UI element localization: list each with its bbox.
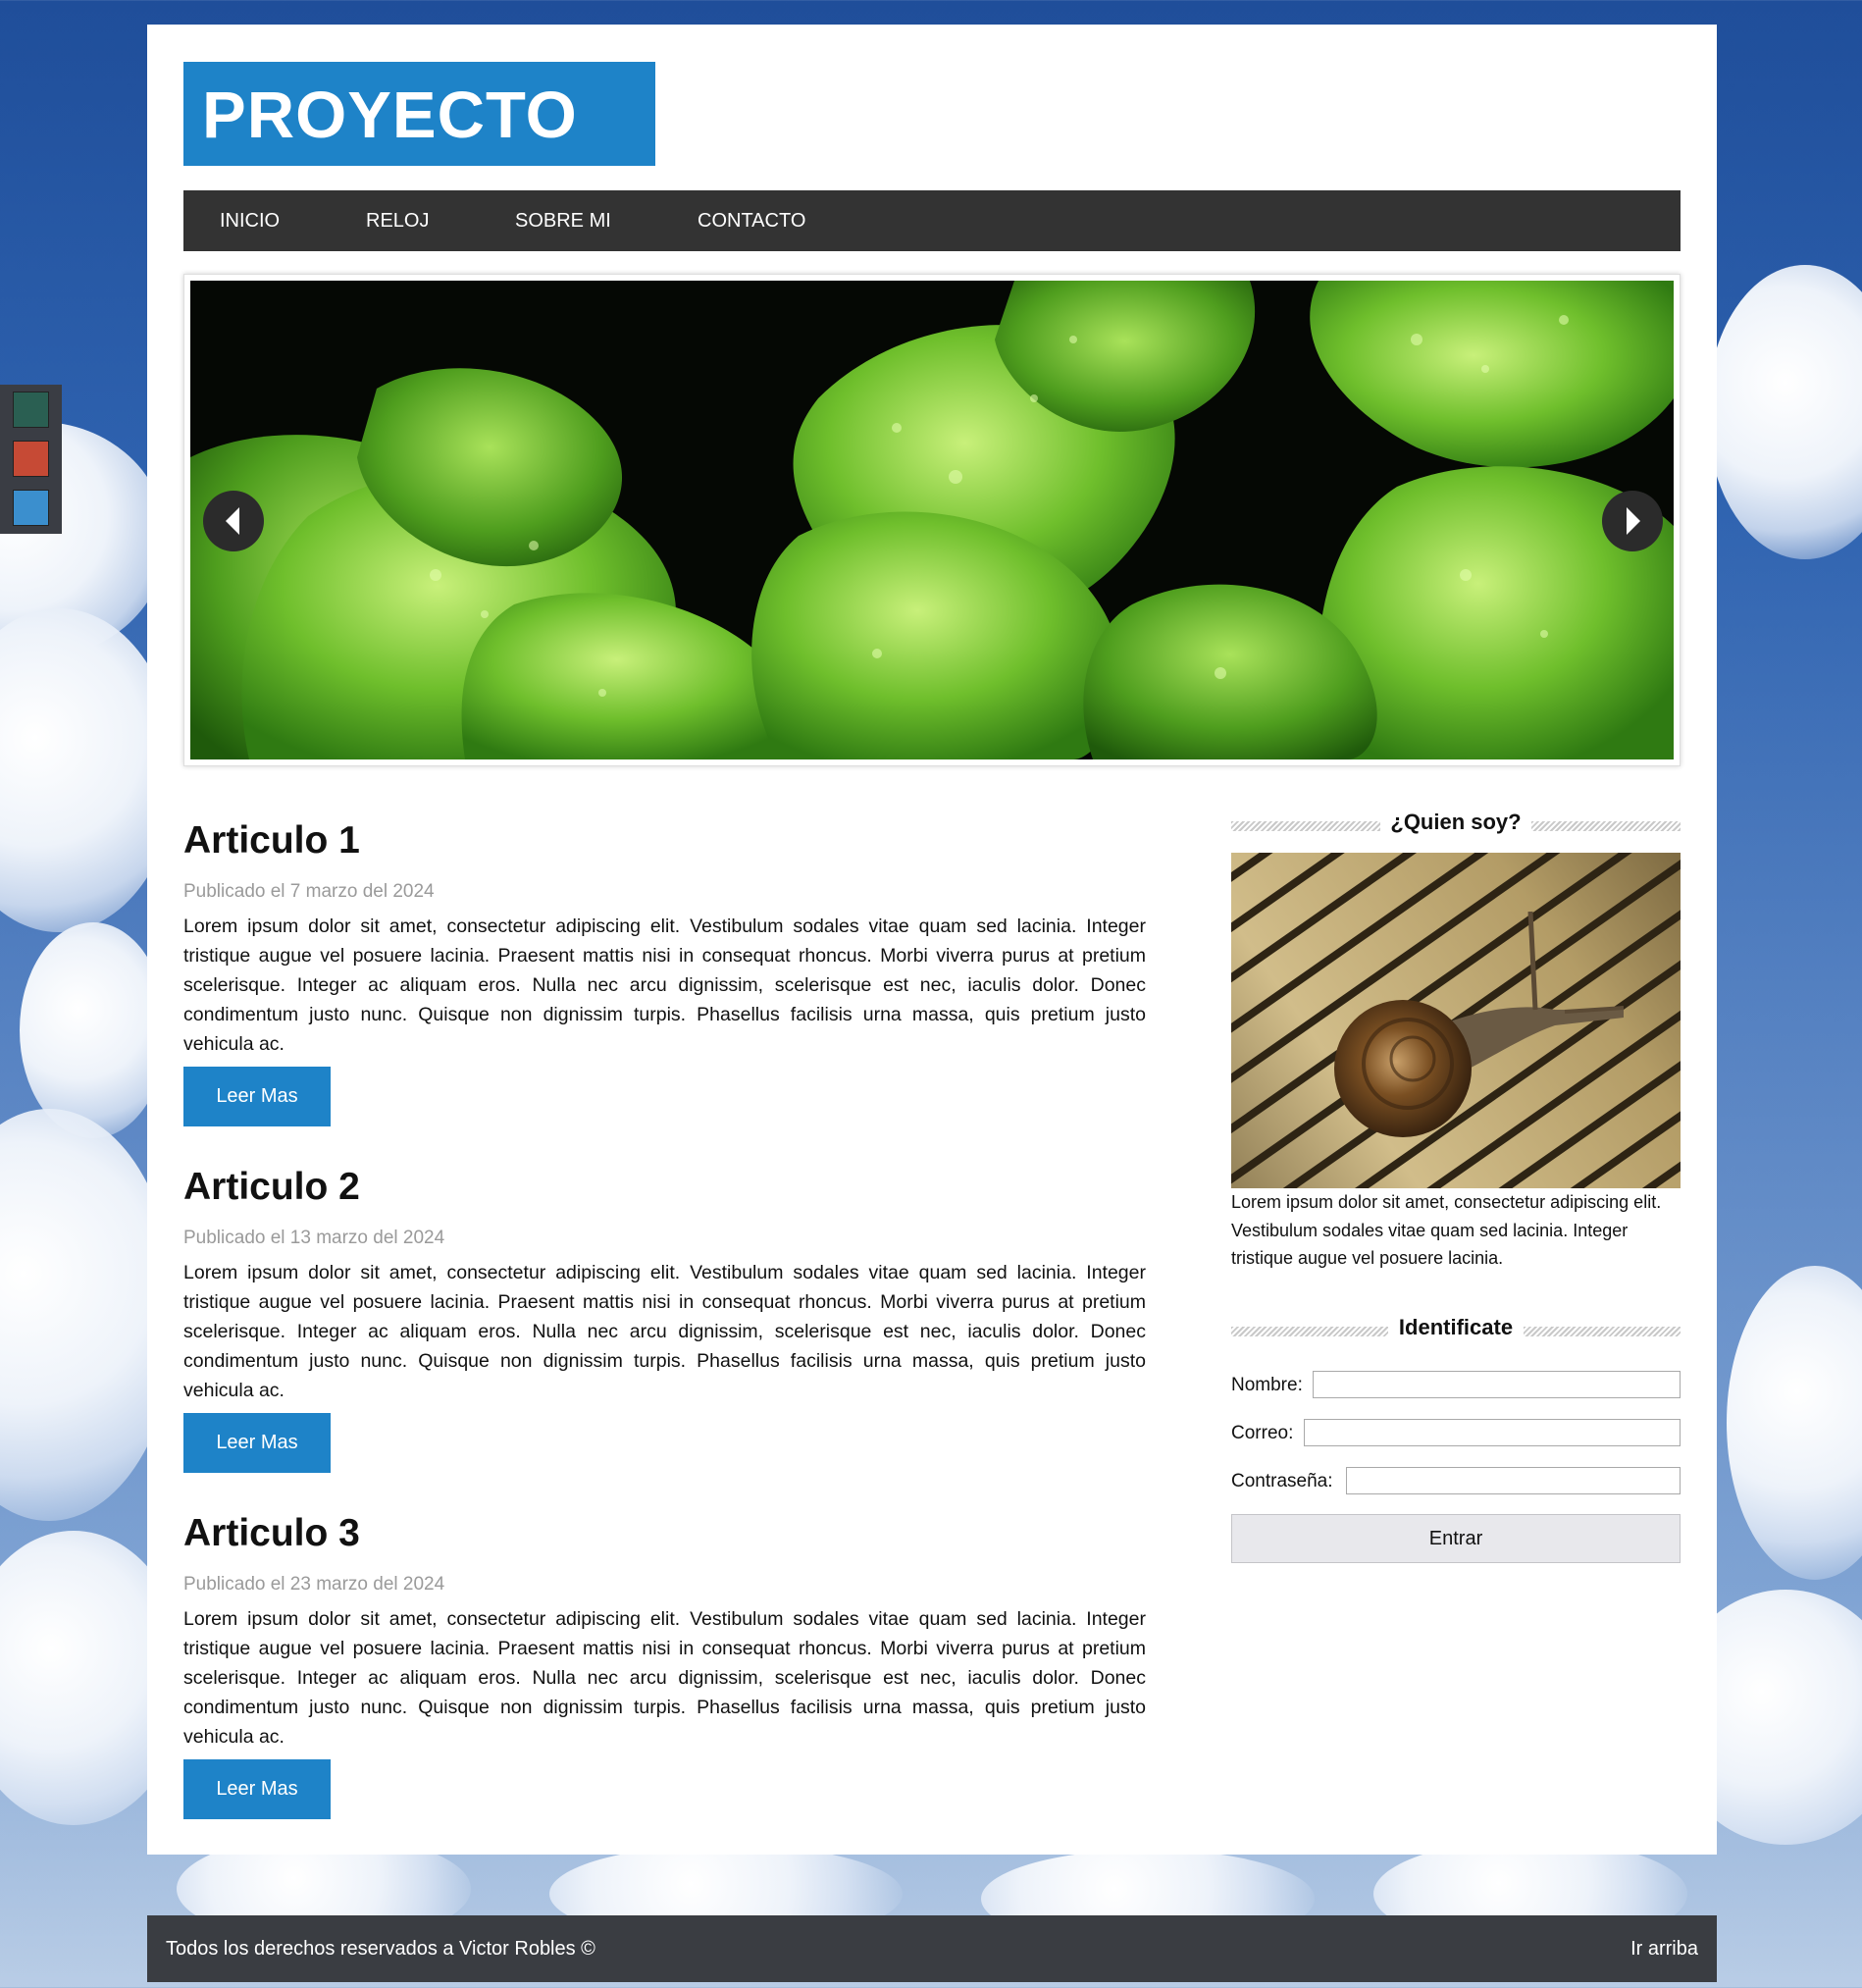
arrow-right-icon: [1627, 507, 1640, 535]
name-label: Nombre:: [1231, 1375, 1303, 1395]
page-container: PROYECTO JS INICIO RELOJ SOBRE MI CONTAC…: [147, 25, 1717, 1855]
article-date: Publicado el 13 marzo del 2024: [183, 1228, 445, 1248]
site-logo[interactable]: PROYECTO JS: [183, 62, 655, 228]
snail-image: [1231, 853, 1681, 1188]
article-body: Lorem ipsum dolor sit amet, consectetur …: [183, 1608, 1146, 1748]
name-input[interactable]: [1313, 1371, 1681, 1398]
email-label: Correo:: [1231, 1423, 1294, 1443]
theme-swatch-green[interactable]: [13, 392, 49, 428]
article-title: Articulo 1: [183, 819, 360, 862]
slider-prev-button[interactable]: [203, 491, 264, 551]
article-date: Publicado el 7 marzo del 2024: [183, 881, 435, 902]
theme-swatch-blue[interactable]: [13, 490, 49, 526]
back-to-top-link[interactable]: Ir arriba: [1630, 1915, 1698, 1982]
nav-item-contacto[interactable]: CONTACTO: [698, 190, 805, 251]
password-input[interactable]: [1346, 1467, 1681, 1494]
nav-item-reloj[interactable]: RELOJ: [366, 190, 429, 251]
login-title: Identificate: [1392, 1315, 1520, 1339]
leaves-image: [190, 281, 1674, 759]
article-body: Lorem ipsum dolor sit amet, consectetur …: [183, 1262, 1146, 1401]
slider-next-button[interactable]: [1602, 491, 1663, 551]
read-more-button[interactable]: Leer Mas: [183, 1413, 331, 1473]
slide-image: [190, 281, 1674, 759]
article-title: Articulo 2: [183, 1166, 360, 1208]
site-footer: Todos los derechos reservados a Victor R…: [147, 1915, 1717, 1982]
theme-swatch-red[interactable]: [13, 441, 49, 477]
about-title: ¿Quien soy?: [1384, 810, 1527, 834]
login-submit-button[interactable]: Entrar: [1231, 1514, 1681, 1563]
password-label: Contraseña:: [1231, 1471, 1333, 1491]
read-more-button[interactable]: Leer Mas: [183, 1067, 331, 1126]
article-date: Publicado el 23 marzo del 2024: [183, 1574, 445, 1595]
login-heading: Identificate: [1231, 1315, 1681, 1344]
footer-copyright: Todos los derechos reservados a Victor R…: [166, 1938, 595, 1960]
article-title: Articulo 3: [183, 1512, 360, 1554]
main-nav: INICIO RELOJ SOBRE MI CONTACTO: [183, 190, 1681, 251]
article-body: Lorem ipsum dolor sit amet, consectetur …: [183, 916, 1146, 1055]
arrow-left-icon: [226, 507, 239, 535]
nav-item-inicio[interactable]: INICIO: [220, 190, 280, 251]
about-text: Lorem ipsum dolor sit amet, consectetur …: [1231, 1192, 1662, 1268]
theme-switcher: [0, 385, 62, 534]
nav-item-sobre-mi[interactable]: SOBRE MI: [515, 190, 611, 251]
image-slider: [183, 274, 1681, 766]
read-more-button[interactable]: Leer Mas: [183, 1759, 331, 1819]
about-image: [1231, 853, 1681, 1188]
email-input[interactable]: [1304, 1419, 1681, 1446]
about-heading: ¿Quien soy?: [1231, 810, 1681, 839]
